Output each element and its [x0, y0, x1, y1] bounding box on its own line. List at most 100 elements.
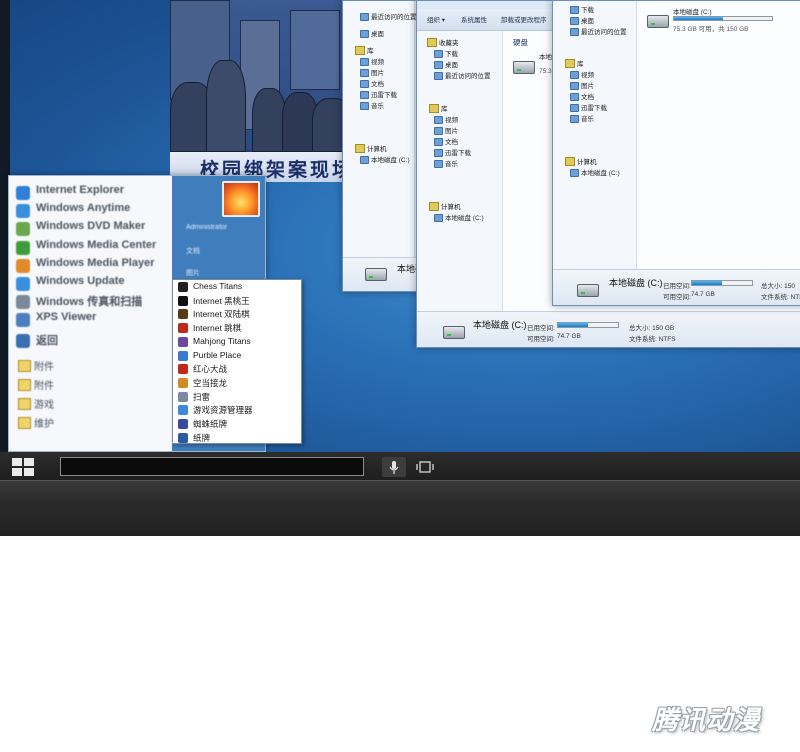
game-item[interactable]: 空当接龙	[177, 377, 227, 390]
hard-drive-icon[interactable]	[647, 15, 669, 28]
search-input[interactable]	[60, 457, 364, 476]
nav-group-computer[interactable]: 计算机	[429, 201, 461, 211]
nav-item[interactable]: 本地磁盘 (C:)	[569, 167, 620, 178]
game-icon	[178, 419, 188, 429]
program-item[interactable]: Windows Update	[16, 275, 125, 293]
game-item[interactable]: Internet 跳棋	[177, 322, 241, 335]
hard-drive-icon[interactable]	[513, 61, 535, 74]
folder-item[interactable]: 附件	[16, 377, 54, 393]
game-item[interactable]: 纸牌	[177, 432, 210, 445]
nav-item[interactable]: 最近访问的位置	[433, 70, 491, 81]
start-menu-right-item[interactable]: Administrator	[186, 224, 227, 231]
free-space-value: 74.7 GB	[557, 333, 581, 340]
uninstall-program-button[interactable]: 卸载或更改程序	[501, 14, 547, 24]
nav-item[interactable]: 视频	[433, 114, 458, 125]
program-item[interactable]: Windows DVD Maker	[16, 220, 145, 238]
game-item[interactable]: Chess Titans	[177, 281, 242, 294]
drive-label: 本地	[539, 54, 552, 61]
organize-button[interactable]: 组织 ▾	[427, 14, 445, 24]
program-label: XPS Viewer	[36, 311, 97, 324]
nav-item[interactable]: 下载	[433, 48, 458, 59]
program-item[interactable]: 返回	[16, 332, 58, 350]
start-button[interactable]	[12, 458, 34, 477]
game-item[interactable]: Internet 黑桃王	[177, 295, 250, 308]
nav-item[interactable]: 视频	[359, 56, 384, 67]
used-space-fill	[692, 281, 722, 285]
game-item[interactable]: 扫雷	[177, 391, 210, 404]
game-item[interactable]: 游戏资源管理器	[177, 404, 253, 417]
total-size-label: 总大小: 150	[761, 283, 795, 290]
nav-item[interactable]: 音乐	[433, 158, 458, 169]
windows-logo-icon	[12, 458, 22, 466]
folder-item[interactable]: 游戏	[16, 396, 54, 412]
game-item[interactable]: 蜘蛛纸牌	[177, 418, 227, 431]
free-space-value: 74.7 GB	[691, 291, 715, 298]
start-menu-right-item[interactable]: 文档	[186, 246, 200, 256]
games-submenu: Chess Titans Internet 黑桃王 Internet 双陆棋 Inte…	[172, 279, 302, 444]
program-item[interactable]: Windows Media Center	[16, 239, 156, 257]
game-icon	[178, 377, 188, 388]
nav-item[interactable]: 下载	[569, 4, 594, 15]
game-item[interactable]: Purble Place	[177, 350, 241, 363]
nav-item[interactable]: 最近访问的位置	[569, 26, 627, 37]
nav-item[interactable]: 文档	[569, 91, 594, 102]
nav-item[interactable]: 文档	[433, 136, 458, 147]
user-avatar[interactable]	[222, 181, 260, 217]
folder-item[interactable]: 附件	[16, 358, 54, 374]
program-label: Windows DVD Maker	[36, 220, 146, 233]
program-icon	[16, 295, 30, 310]
nav-group-library[interactable]: 库	[355, 45, 374, 55]
used-space-meter	[557, 322, 619, 328]
nav-item[interactable]: 桌面	[569, 15, 594, 26]
hard-drive-icon	[365, 268, 387, 281]
nav-item[interactable]: 图片	[433, 125, 458, 136]
microphone-button[interactable]	[382, 457, 406, 477]
nav-group-computer[interactable]: 计算机	[355, 143, 387, 153]
game-label: 纸牌	[193, 432, 211, 443]
nav-item[interactable]: 桌面	[433, 59, 458, 70]
nav-group-library[interactable]: 库	[565, 58, 584, 68]
content-pane: 本地磁盘 (C:) 75.3 GB 可用，共 150 GB	[637, 1, 800, 269]
game-icon	[178, 323, 188, 334]
program-item[interactable]: Windows 传真和扫描	[16, 293, 142, 311]
system-properties-button[interactable]: 系统属性	[461, 14, 487, 24]
explorer-window-front[interactable]: 下载 桌面 最近访问的位置 库 视频 图片 文档 迅雷下载 音乐 计算机 本地磁…	[552, 0, 800, 306]
nav-item[interactable]: 音乐	[359, 100, 384, 111]
program-item[interactable]: Windows Media Player	[16, 257, 155, 275]
status-bar: 本地磁盘 (C:) 已用空间: 总大小: 150 可用空间: 74.7 GB 文…	[553, 269, 800, 305]
program-label: Windows Media Center	[36, 238, 157, 251]
task-view-button[interactable]	[414, 457, 436, 477]
program-label: 返回	[36, 335, 58, 347]
nav-item[interactable]: 本地磁盘 (C:)	[359, 154, 410, 165]
nav-item[interactable]: 桌面	[359, 28, 384, 39]
nav-item[interactable]: 本地磁盘 (C:)	[433, 212, 484, 223]
nav-item[interactable]: 迅雷下载	[569, 102, 607, 113]
folder-item[interactable]: 维护	[16, 415, 54, 431]
nav-group-library[interactable]: 库	[429, 103, 448, 113]
nav-item[interactable]: 迅雷下载	[359, 89, 397, 100]
game-label: Internet 跳棋	[193, 323, 242, 334]
game-item[interactable]: Internet 双陆棋	[177, 308, 250, 321]
start-menu-right-item[interactable]: 图片	[186, 268, 200, 278]
nav-item[interactable]: 图片	[359, 67, 384, 78]
game-item[interactable]: Mahjong Titans	[177, 336, 251, 349]
nav-item[interactable]: 文档	[359, 78, 384, 89]
drive-label: 本地磁盘 (C:)	[673, 9, 712, 16]
program-label: Windows Anytime	[36, 202, 131, 215]
nav-group-favorites[interactable]: 收藏夹	[427, 37, 459, 47]
nav-item[interactable]: 最近访问的位置	[359, 11, 417, 22]
program-item[interactable]: XPS Viewer	[16, 311, 96, 329]
program-icon	[16, 222, 30, 237]
nav-item[interactable]: 视频	[569, 69, 594, 80]
program-icon	[16, 313, 30, 328]
game-label: 红心大战	[193, 364, 228, 375]
game-label: 蜘蛛纸牌	[193, 419, 228, 429]
total-size-label: 总大小: 150 GB	[629, 325, 675, 332]
nav-item[interactable]: 迅雷下载	[433, 147, 471, 158]
nav-group-computer[interactable]: 计算机	[565, 156, 597, 166]
nav-item[interactable]: 图片	[569, 80, 594, 91]
program-item[interactable]: Windows Anytime	[16, 202, 130, 220]
program-item[interactable]: Internet Explorer	[16, 184, 124, 202]
nav-item[interactable]: 音乐	[569, 113, 594, 124]
game-item[interactable]: 红心大战	[177, 363, 227, 376]
